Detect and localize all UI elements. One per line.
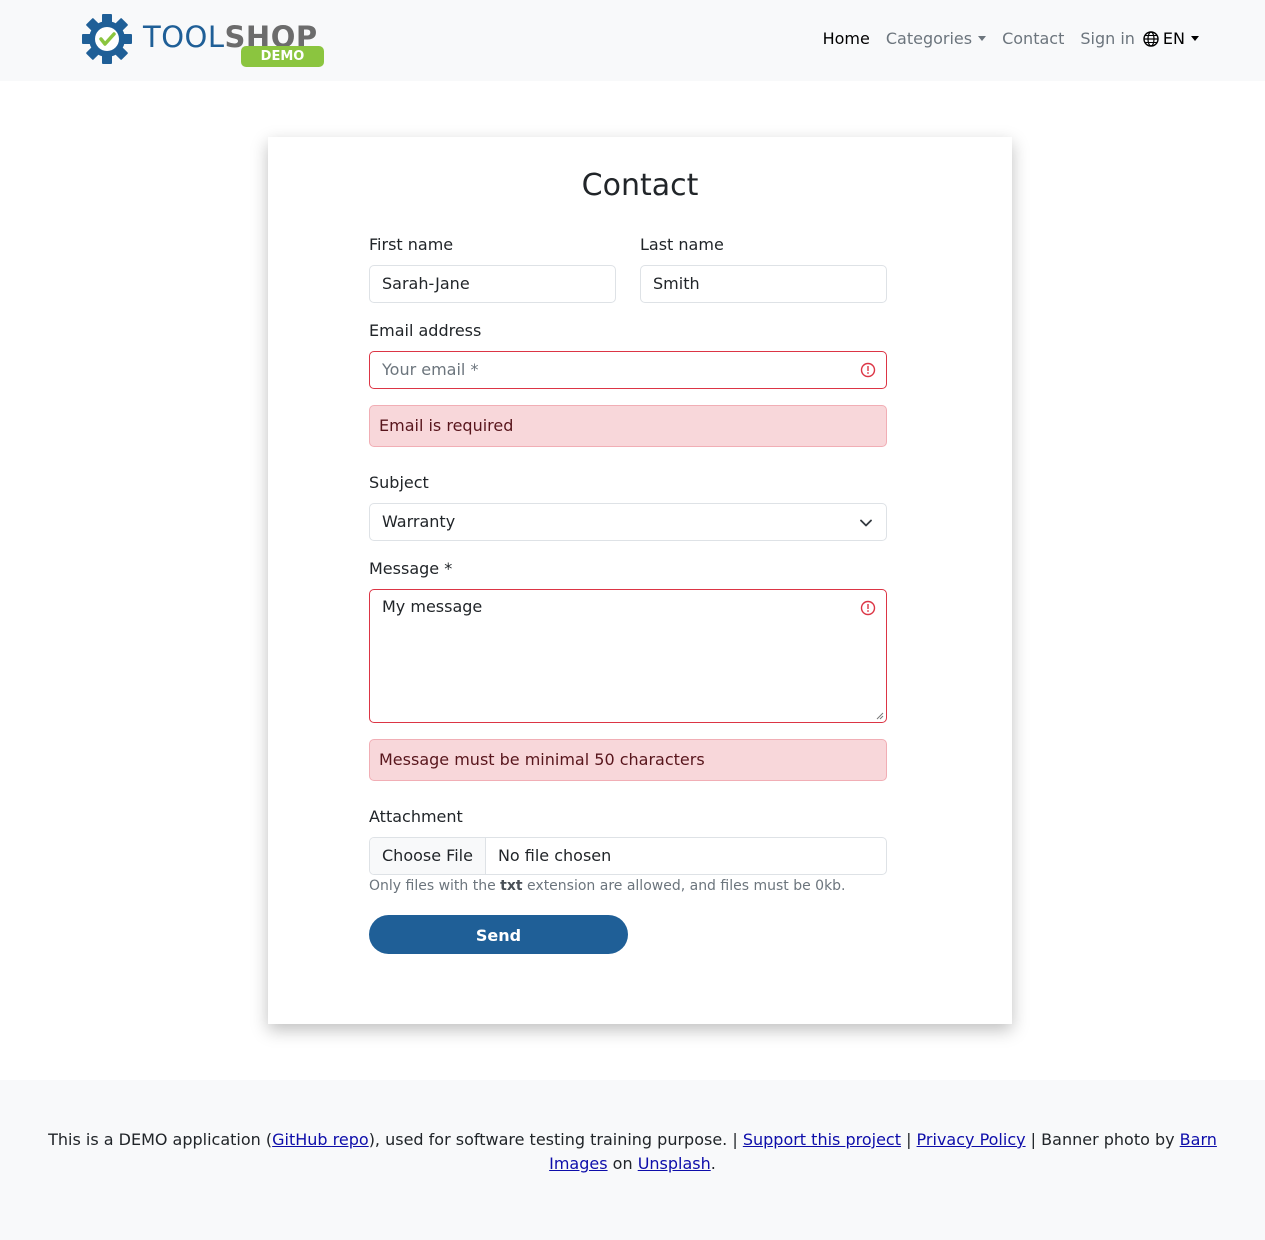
error-icon: [860, 362, 876, 378]
resize-handle-icon[interactable]: [876, 712, 884, 720]
nav-categories-label: Categories: [885, 29, 973, 48]
github-repo-link[interactable]: GitHub repo: [272, 1130, 369, 1149]
last-name-label: Last name: [640, 235, 724, 254]
nav-sign-in[interactable]: Sign in: [1080, 29, 1135, 48]
chevron-down-icon: [978, 36, 987, 41]
navbar: TOOLSHOP DEMO Home Categories Contact Si…: [0, 0, 1265, 81]
footer-line-1: This is a DEMO application (GitHub repo)…: [0, 1128, 1265, 1152]
choose-file-button[interactable]: Choose File: [370, 838, 486, 874]
attachment-hint: Only files with the txt extension are al…: [369, 878, 846, 894]
first-name-input[interactable]: Sarah-Jane: [369, 265, 616, 303]
support-project-link[interactable]: Support this project: [743, 1130, 901, 1149]
footer-text: This is a DEMO application (: [48, 1130, 273, 1149]
hint-text-1: Only files with the: [369, 878, 501, 894]
language-selector[interactable]: EN: [1143, 29, 1199, 48]
attachment-file-input[interactable]: Choose File No file chosen: [369, 837, 887, 875]
chevron-down-icon: [860, 519, 872, 527]
subject-select[interactable]: Warranty: [369, 503, 887, 541]
footer-text: .: [710, 1154, 716, 1173]
footer-line-2: Images on Unsplash.: [0, 1152, 1265, 1176]
language-label: EN: [1162, 29, 1185, 48]
message-label: Message *: [369, 559, 453, 578]
nav-contact[interactable]: Contact: [1002, 29, 1064, 48]
first-name-label: First name: [369, 235, 454, 254]
main-nav: Home Categories Contact Sign in EN: [807, 29, 1199, 48]
message-error-alert: Message must be minimal 50 characters: [369, 739, 887, 781]
logo-word-tool: TOOL: [143, 20, 225, 54]
email-input[interactable]: Your email *: [369, 351, 887, 389]
footer-text: on: [607, 1154, 638, 1173]
barn-images-link-cont[interactable]: Images: [549, 1154, 607, 1173]
attachment-label: Attachment: [369, 807, 463, 826]
message-value: My message: [382, 597, 483, 616]
unsplash-link[interactable]: Unsplash: [638, 1154, 711, 1173]
gear-check-icon: [82, 14, 132, 64]
privacy-policy-link[interactable]: Privacy Policy: [917, 1130, 1026, 1149]
hint-text-2: extension are allowed, and files must be…: [522, 878, 846, 894]
send-button[interactable]: Send: [369, 915, 628, 954]
toolshop-logo[interactable]: TOOLSHOP DEMO: [80, 12, 330, 68]
email-error-alert: Email is required: [369, 405, 887, 447]
email-placeholder: Your email *: [382, 360, 479, 379]
barn-images-link[interactable]: Barn: [1180, 1130, 1217, 1149]
last-name-input[interactable]: Smith: [640, 265, 887, 303]
hint-extension: txt: [500, 878, 523, 894]
footer-text: ), used for software testing training pu…: [368, 1130, 743, 1149]
nav-home[interactable]: Home: [823, 29, 870, 48]
nav-categories[interactable]: Categories: [885, 29, 987, 48]
page-title: Contact: [581, 168, 699, 203]
footer-text: | Banner photo by: [1025, 1130, 1180, 1149]
email-label: Email address: [369, 321, 482, 340]
error-icon: [860, 600, 876, 616]
file-status-text: No file chosen: [497, 846, 612, 865]
footer-text: |: [900, 1130, 917, 1149]
subject-label: Subject: [369, 473, 429, 492]
footer: This is a DEMO application (GitHub repo)…: [0, 1080, 1265, 1240]
chevron-down-icon: [1191, 36, 1199, 41]
globe-icon: [1143, 30, 1159, 47]
logo-demo-badge: DEMO: [241, 46, 324, 67]
message-textarea[interactable]: My message: [369, 589, 887, 723]
subject-selected-value: Warranty: [382, 512, 456, 531]
